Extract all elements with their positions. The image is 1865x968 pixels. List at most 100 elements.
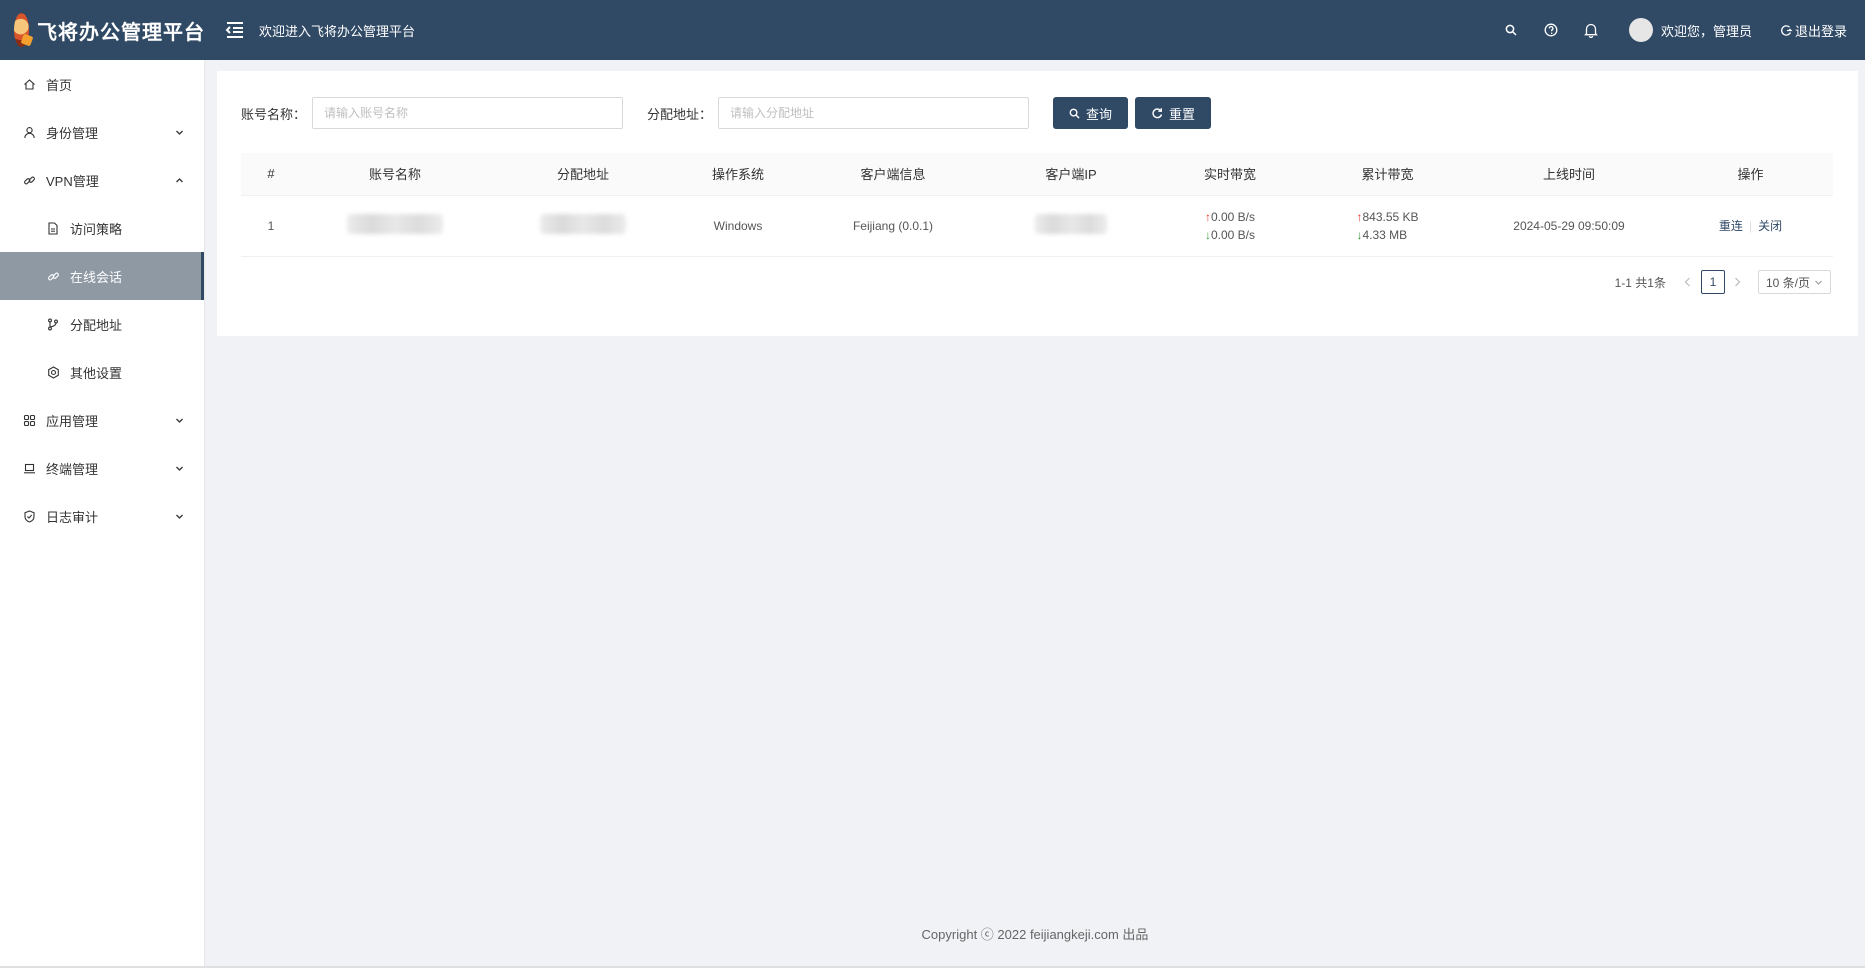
assigned-address-input[interactable] (718, 97, 1030, 129)
column-header: 实时带宽 (1155, 153, 1305, 196)
sidebar-item-log-audit[interactable]: 日志审计 (0, 492, 204, 540)
sidebar-item-label: 访问策略 (70, 221, 123, 237)
sidebar-item-label: 首页 (46, 77, 73, 93)
pagination-total: 1-1 共1条 (1614, 275, 1666, 290)
query-label: 查询 (1086, 106, 1113, 122)
chevron-down-icon (175, 461, 184, 476)
cell-actions: 重连 | 关闭 (1668, 195, 1833, 257)
column-header: 客户端信息 (799, 153, 987, 196)
column-header: 累计带宽 (1305, 153, 1470, 196)
refresh-icon (1152, 108, 1163, 119)
address-label: 分配地址： (647, 106, 713, 122)
divider: | (1748, 219, 1753, 233)
user-greeting: 欢迎您，管理员 (1660, 23, 1752, 39)
sidebar-item-terminals[interactable]: 终端管理 (0, 444, 204, 492)
gear-icon (46, 365, 60, 379)
sidebar-item-label: 分配地址 (70, 317, 123, 333)
sidebar-item-identity[interactable]: 身份管理 (0, 108, 204, 156)
link-icon (22, 173, 36, 187)
query-button[interactable]: 查询 (1053, 97, 1129, 129)
logout-label: 退出登录 (1794, 23, 1847, 39)
sidebar-item-label: 其他设置 (70, 365, 123, 381)
cell-account (301, 195, 489, 257)
account-name-input[interactable] (312, 97, 624, 129)
sidebar-item-label: VPN管理 (46, 173, 99, 189)
cell-total-bandwidth: ↑843.55 KB ↓4.33 MB (1305, 195, 1470, 257)
avatar (1628, 18, 1653, 42)
table-row: 1 Windows Feijiang (0.0.1) ↑0.00 B/s ↓0.… (241, 195, 1833, 257)
realtime-down: 0.00 B/s (1210, 227, 1256, 242)
realtime-up: 0.00 B/s (1210, 209, 1256, 224)
menu-collapse-icon[interactable] (221, 16, 249, 44)
cell-os: Windows (677, 195, 799, 257)
sidebar-item-label: 终端管理 (46, 461, 99, 477)
total-down: 4.33 MB (1362, 227, 1408, 242)
column-header: 上线时间 (1470, 153, 1668, 196)
laptop-icon (22, 461, 36, 475)
column-header: 操作系统 (677, 153, 799, 196)
total-up: 843.55 KB (1362, 209, 1419, 224)
cell-realtime-bandwidth: ↑0.00 B/s ↓0.00 B/s (1155, 195, 1305, 257)
logout-icon (1781, 24, 1793, 36)
sidebar-item-label: 日志审计 (46, 509, 99, 525)
prev-page-icon[interactable] (1678, 270, 1698, 294)
online-sessions-panel: 账号名称： 分配地址： 查询 重置 # 账号名称 分配地址 操作系统 客户端信息… (217, 71, 1858, 336)
sidebar-item-home[interactable]: 首页 (0, 60, 204, 108)
chevron-up-icon (175, 173, 184, 188)
sessions-table: # 账号名称 分配地址 操作系统 客户端信息 客户端IP 实时带宽 累计带宽 上… (241, 153, 1833, 257)
top-header: 飞将办公管理平台 欢迎进入飞将办公管理平台 欢迎您，管理员 退出登录 (0, 0, 1865, 60)
shield-icon (22, 509, 36, 523)
column-header: 客户端IP (987, 153, 1155, 196)
sidebar-item-vpn[interactable]: VPN管理 (0, 156, 204, 204)
bell-icon[interactable] (1571, 0, 1611, 60)
page-number[interactable]: 1 (1700, 270, 1725, 294)
sidebar-item-label: 应用管理 (46, 413, 99, 429)
user-icon (22, 125, 36, 139)
page-size-select[interactable]: 10 条/页 (1757, 270, 1831, 294)
redacted-client-ip (1035, 214, 1107, 234)
page-size-value: 10 条/页 (1765, 275, 1810, 290)
row-index: 1 (241, 195, 301, 257)
search-form: 账号名称： 分配地址： 查询 重置 (241, 97, 1212, 129)
cell-online-time: 2024-05-29 09:50:09 (1470, 195, 1668, 257)
table-header-row: # 账号名称 分配地址 操作系统 客户端信息 客户端IP 实时带宽 累计带宽 上… (241, 153, 1833, 196)
chevron-down-icon (175, 413, 184, 428)
column-header: 分配地址 (489, 153, 677, 196)
sidebar-item-other-settings[interactable]: 其他设置 (0, 348, 204, 396)
account-label: 账号名称： (241, 106, 307, 122)
close-session-link[interactable]: 关闭 (1758, 219, 1782, 233)
home-icon (22, 77, 36, 91)
next-page-icon[interactable] (1728, 270, 1748, 294)
sidebar-item-access-policy[interactable]: 访问策略 (0, 204, 204, 252)
redacted-account (347, 214, 443, 234)
brand[interactable]: 飞将办公管理平台 (0, 0, 205, 60)
pagination: 1-1 共1条 1 10 条/页 (1615, 270, 1831, 294)
user-menu[interactable]: 欢迎您，管理员 (1628, 18, 1752, 42)
reset-button[interactable]: 重置 (1135, 97, 1212, 129)
chevron-down-icon (1815, 280, 1822, 285)
sidebar-item-assigned-address[interactable]: 分配地址 (0, 300, 204, 348)
column-header: # (241, 153, 301, 196)
reset-label: 重置 (1169, 106, 1196, 122)
reconnect-link[interactable]: 重连 (1719, 219, 1743, 233)
link-icon (46, 269, 60, 283)
redacted-address (540, 214, 626, 234)
search-icon[interactable] (1491, 0, 1531, 60)
sidebar-item-apps[interactable]: 应用管理 (0, 396, 204, 444)
help-icon[interactable] (1531, 0, 1571, 60)
column-header: 账号名称 (301, 153, 489, 196)
branch-icon (46, 317, 60, 331)
logo (14, 13, 29, 47)
chevron-down-icon (175, 125, 184, 140)
logout-button[interactable]: 退出登录 (1780, 21, 1847, 40)
sidebar-item-label: 身份管理 (46, 125, 99, 141)
cell-client-info: Feijiang (0.0.1) (799, 195, 987, 257)
chevron-down-icon (175, 509, 184, 524)
column-header: 操作 (1668, 153, 1833, 196)
welcome-title: 欢迎进入飞将办公管理平台 (259, 23, 416, 39)
file-icon (46, 221, 60, 235)
footer-copyright: Copyright ⓒ 2022 feijiangkeji.com 出品 (921, 927, 1149, 942)
cell-address (489, 195, 677, 257)
sidebar-item-online-sessions[interactable]: 在线会话 (0, 252, 204, 300)
search-icon (1069, 108, 1080, 119)
